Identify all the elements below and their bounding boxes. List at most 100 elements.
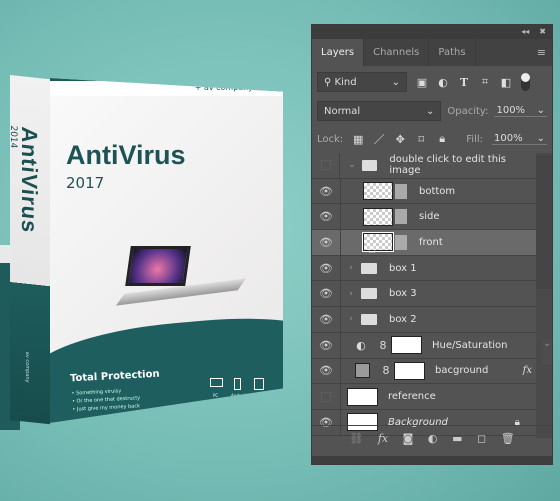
- layers-toolbar: ⛓︎ fx ◙ ◐ ▬ ◻ 🗑︎: [312, 425, 552, 451]
- layer-mask-thumbnail: [391, 336, 422, 355]
- tab-paths[interactable]: Paths: [429, 39, 476, 66]
- fill-label: Fill:: [466, 133, 483, 145]
- layer-name: box 2: [389, 313, 417, 325]
- folder-icon: [361, 288, 377, 300]
- box-front: + av company AntiVirus 2017 Total Protec…: [50, 78, 283, 423]
- resize-grip[interactable]: [312, 456, 552, 464]
- trash-icon[interactable]: 🗑︎: [501, 432, 515, 445]
- new-layer-icon[interactable]: ◻: [477, 432, 486, 445]
- collapse-icon[interactable]: ◂◂: [521, 25, 529, 39]
- layer-name: side: [419, 211, 440, 223]
- visibility-toggle[interactable]: [321, 391, 331, 402]
- lock-artboard-icon[interactable]: ⌑: [415, 133, 427, 146]
- eye-icon[interactable]: 👁︎: [312, 230, 341, 255]
- smart-object-icon: [395, 234, 407, 250]
- layer-row[interactable]: 👁︎ › box 3: [312, 281, 536, 308]
- link-layers-icon[interactable]: ⛓︎: [349, 432, 363, 445]
- product-year: 2017: [66, 174, 105, 192]
- search-icon: ⚲: [324, 76, 335, 88]
- eye-icon[interactable]: 👁︎: [312, 255, 341, 281]
- eye-icon[interactable]: 👁︎: [312, 307, 341, 332]
- device-label-pc: PC: [213, 393, 219, 398]
- chevron-down-icon: ⌄: [425, 105, 435, 117]
- layer-row[interactable]: 👁︎ bottom: [312, 178, 536, 205]
- layer-name: Hue/Saturation: [432, 339, 508, 351]
- smart-object-icon: [395, 183, 407, 199]
- adjustment-icon: ◐: [356, 338, 366, 352]
- fill-swatch: [355, 363, 370, 379]
- filter-toggle[interactable]: [521, 73, 530, 91]
- adjustment-filter-icon[interactable]: ◐: [437, 76, 449, 89]
- layers-list: ⌄ double click to edit this image 👁︎ botto…: [312, 153, 536, 436]
- fx-expand-chevron[interactable]: ⌄: [542, 339, 552, 365]
- layer-row[interactable]: reference: [312, 384, 536, 410]
- layer-name: front: [419, 236, 443, 248]
- layer-row[interactable]: 👁︎ 8 bacground fx: [312, 358, 536, 385]
- shape-filter-icon[interactable]: ⌗: [479, 75, 491, 89]
- eye-icon[interactable]: 👁︎: [312, 178, 341, 204]
- add-mask-icon[interactable]: ◙: [403, 432, 414, 445]
- smart-object-filter-icon[interactable]: ◧: [500, 76, 512, 89]
- fill-field[interactable]: 100% ⌄: [492, 133, 547, 145]
- opacity-field[interactable]: 100% ⌄: [494, 105, 547, 117]
- tab-layers[interactable]: Layers: [312, 39, 365, 66]
- folder-icon: [361, 262, 377, 274]
- layer-name: reference: [388, 391, 436, 403]
- layer-name: bacground: [435, 365, 489, 377]
- bullets: • Something viruisy • Or the one that de…: [71, 386, 140, 414]
- layer-name: bottom: [419, 185, 456, 197]
- eye-icon[interactable]: 👁︎: [312, 281, 341, 307]
- lock-position-icon[interactable]: ✥: [394, 133, 406, 146]
- visibility-toggle[interactable]: [320, 160, 331, 171]
- opacity-value: 100%: [496, 105, 526, 116]
- filter-kind-select[interactable]: ⚲ Kind ⌄: [317, 72, 407, 92]
- tablet-icon: [254, 378, 264, 390]
- brand-label: + av company: [50, 78, 283, 96]
- type-filter-icon[interactable]: T: [458, 76, 470, 89]
- chevron-down-icon: ⌄: [536, 105, 545, 116]
- chevron-right-icon[interactable]: ›: [345, 289, 357, 299]
- chevron-right-icon[interactable]: ›: [345, 314, 357, 324]
- layer-name: box 1: [389, 262, 417, 274]
- chevron-right-icon[interactable]: ›: [345, 263, 357, 273]
- layer-row[interactable]: 👁︎ ◐ 8 Hue/Saturation: [312, 332, 536, 359]
- folder-icon: [361, 313, 377, 325]
- phone-icon: [234, 378, 241, 390]
- blend-mode-select[interactable]: Normal ⌄: [317, 101, 442, 121]
- eye-icon[interactable]: 👁︎: [312, 204, 341, 230]
- layer-thumbnail: [363, 182, 393, 201]
- layer-thumbnail: [347, 387, 378, 406]
- new-group-icon[interactable]: ▬: [452, 432, 462, 445]
- tab-channels[interactable]: Channels: [364, 39, 430, 66]
- fx-icon[interactable]: fx: [523, 365, 532, 376]
- layer-row[interactable]: ⌄ double click to edit this image: [312, 153, 536, 179]
- side-year: 2014: [8, 124, 18, 149]
- fx-icon[interactable]: fx: [378, 432, 388, 445]
- image-filter-icon[interactable]: ▣: [416, 76, 428, 89]
- close-icon[interactable]: ✖: [539, 25, 546, 39]
- chevron-down-icon: ⌄: [391, 76, 400, 88]
- device-label-android: Android: [231, 393, 247, 398]
- box-side: AntiVirus 2014 av company: [8, 75, 50, 425]
- adjustment-layer-icon[interactable]: ◐: [428, 432, 438, 445]
- lock-label: Lock:: [317, 133, 344, 145]
- layer-row[interactable]: 👁︎ side: [312, 204, 536, 231]
- scrollbar[interactable]: ⌄: [536, 153, 552, 438]
- eye-icon[interactable]: 👁︎: [312, 332, 341, 358]
- link-icon[interactable]: 8: [377, 339, 389, 352]
- product-title: AntiVirus: [66, 140, 186, 170]
- panel-menu-icon[interactable]: ≡: [537, 46, 546, 59]
- eye-icon[interactable]: 👁︎: [312, 358, 341, 384]
- lock-image-icon[interactable]: ／: [373, 131, 385, 147]
- lock-all-icon[interactable]: 🔒︎: [436, 132, 448, 146]
- opacity-label: Opacity:: [447, 105, 489, 117]
- link-icon[interactable]: 8: [380, 364, 392, 377]
- lock-transparent-icon[interactable]: ▦: [352, 133, 364, 146]
- layer-row-selected[interactable]: 👁︎ front ☝︎: [312, 230, 536, 257]
- layer-row[interactable]: 👁︎ › box 1: [312, 255, 536, 282]
- chevron-down-icon[interactable]: ⌄: [346, 160, 358, 170]
- blend-mode-value: Normal: [324, 105, 361, 117]
- layer-row[interactable]: 👁︎ › box 2: [312, 307, 536, 333]
- laptop-image: [125, 246, 191, 286]
- layer-name: double click to edit this image: [389, 154, 507, 177]
